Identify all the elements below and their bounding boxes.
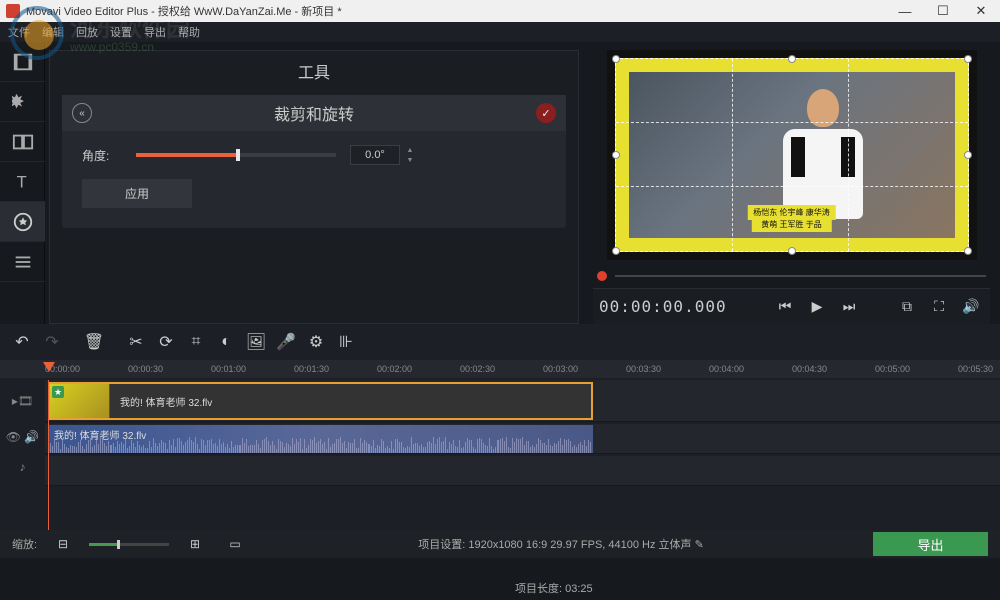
project-settings: 1920x1080 16:9 29.97 FPS, 44100 Hz 立体声 — [468, 539, 691, 551]
ruler-mark: 00:04:00 — [709, 364, 744, 374]
crop-button[interactable]: ⌗ — [182, 328, 210, 356]
preview-scrubber[interactable] — [593, 268, 990, 284]
zoom-slider[interactable] — [89, 543, 169, 546]
menu-playback[interactable]: 回放 — [76, 24, 98, 40]
timecode-display: 00:00:00.000 — [599, 297, 727, 316]
video-clip-name: 我的! 体育老师 32.flv — [110, 394, 212, 409]
video-caption-2: 黄萌 王军胜 于品 — [751, 217, 831, 232]
maximize-button[interactable]: ☐ — [924, 0, 962, 22]
tool-stickers[interactable] — [0, 202, 45, 242]
fullscreen-button[interactable]: ⛶ — [926, 294, 952, 320]
star-icon: ★ — [52, 386, 64, 398]
menu-bar: 文件 编辑 回放 设置 导出 帮助 — [0, 22, 1000, 42]
preview-pane: 杨恺东 伦宇峰 康华涛 黄萌 王军胜 于品 00:00:00.000 ⏮ ▶ — [583, 42, 1000, 324]
export-button[interactable]: 导出 — [873, 532, 988, 556]
video-track-icon[interactable]: ▸🎞 — [0, 380, 45, 422]
close-button[interactable]: ✕ — [962, 0, 1000, 22]
rotate-button[interactable]: ⟳ — [152, 328, 180, 356]
settings-button[interactable]: ⚙ — [302, 328, 330, 356]
tool-filters[interactable] — [0, 82, 45, 122]
crop-rotate-title: 裁剪和旋转 — [274, 101, 354, 125]
crop-rotate-section: « 裁剪和旋转 ✓ 角度: 0.0° ▲▼ 应用 — [62, 95, 566, 228]
video-track[interactable]: ★ 我的! 体育老师 32.flv — [45, 380, 1000, 422]
playhead[interactable] — [48, 380, 49, 530]
tool-media[interactable] — [0, 42, 45, 82]
preview-canvas[interactable]: 杨恺东 伦宇峰 康华涛 黄萌 王军胜 于品 — [607, 50, 977, 260]
confirm-button[interactable]: ✓ — [536, 103, 556, 123]
ruler-mark: 00:02:00 — [377, 364, 412, 374]
volume-button[interactable]: 🔊 — [958, 294, 984, 320]
ruler-mark: 00:01:00 — [211, 364, 246, 374]
mic-button[interactable]: 🎤 — [272, 328, 300, 356]
color-button[interactable]: ◐ — [212, 328, 240, 356]
delete-button[interactable]: 🗑 — [80, 328, 108, 356]
title-bar: Movavi Video Editor Plus - 授权给 WwW.DaYan… — [0, 0, 1000, 22]
zoom-fit-button[interactable]: ▭ — [221, 530, 249, 558]
menu-settings[interactable]: 设置 — [110, 24, 132, 40]
menu-export[interactable]: 导出 — [144, 24, 166, 40]
project-settings-label: 项目设置: — [418, 539, 465, 551]
ruler-mark: 00:02:30 — [460, 364, 495, 374]
timeline-toolbar: ↶ ↷ 🗑 ✂ ⟳ ⌗ ◐ 🖼 🎤 ⚙ ⊪ — [0, 324, 1000, 360]
app-icon — [6, 4, 20, 18]
ruler-mark: 00:01:30 — [294, 364, 329, 374]
angle-label: 角度: — [82, 147, 122, 164]
menu-help[interactable]: 帮助 — [178, 24, 200, 40]
play-button[interactable]: ▶ — [804, 294, 830, 320]
next-frame-button[interactable]: ⏭ — [836, 294, 862, 320]
back-button[interactable]: « — [72, 103, 92, 123]
preview-controls: 00:00:00.000 ⏮ ▶ ⏭ ⧉ ⛶ 🔊 — [593, 288, 990, 324]
project-duration: 03:25 — [565, 583, 593, 595]
record-indicator-icon — [597, 271, 607, 281]
angle-slider[interactable] — [136, 153, 336, 157]
side-toolbar: T — [0, 42, 45, 324]
undo-button[interactable]: ↶ — [8, 328, 36, 356]
video-clip[interactable]: ★ 我的! 体育老师 32.flv — [48, 382, 593, 420]
music-track[interactable] — [45, 456, 1000, 486]
menu-edit[interactable]: 编辑 — [42, 24, 64, 40]
menu-file[interactable]: 文件 — [8, 24, 30, 40]
detach-button[interactable]: ⧉ — [894, 294, 920, 320]
clip-thumbnail: ★ — [50, 384, 110, 418]
music-track-icon[interactable]: ♪ — [0, 452, 45, 482]
minimize-button[interactable]: — — [886, 0, 924, 22]
audio-track-icon[interactable]: 👁 🔊 — [0, 422, 45, 452]
ruler-mark: 00:00:30 — [128, 364, 163, 374]
zoom-label: 缩放: — [12, 536, 37, 552]
ruler-mark: 00:03:30 — [626, 364, 661, 374]
redo-button[interactable]: ↷ — [38, 328, 66, 356]
status-bar: 缩放: ⊟ ⊞ ▭ 项目设置: 1920x1080 16:9 29.97 FPS… — [0, 530, 1000, 558]
tool-titles[interactable]: T — [0, 162, 45, 202]
ruler-mark: 00:04:30 — [792, 364, 827, 374]
tools-panel: 工具 « 裁剪和旋转 ✓ 角度: 0.0° ▲▼ 应用 — [49, 50, 579, 324]
ruler-mark: 00:05:00 — [875, 364, 910, 374]
window-title: Movavi Video Editor Plus - 授权给 WwW.DaYan… — [26, 3, 342, 19]
apply-button[interactable]: 应用 — [82, 179, 192, 208]
cut-button[interactable]: ✂ — [122, 328, 150, 356]
ruler-mark: 00:05:30 — [958, 364, 993, 374]
timeline-ruler[interactable]: 00:00:00 00:00:30 00:01:00 00:01:30 00:0… — [0, 360, 1000, 378]
tool-more[interactable] — [0, 242, 45, 282]
duration-label: 项目长度: — [515, 583, 562, 595]
zoom-in-button[interactable]: ⊞ — [181, 530, 209, 558]
prev-frame-button[interactable]: ⏮ — [772, 294, 798, 320]
angle-stepper[interactable]: ▲▼ — [404, 145, 416, 165]
equalizer-button[interactable]: ⊪ — [332, 328, 360, 356]
panel-title: 工具 — [50, 51, 578, 91]
angle-value[interactable]: 0.0° — [350, 145, 400, 165]
audio-clip[interactable]: 我的! 体育老师 32.flv — [48, 425, 593, 453]
svg-text:T: T — [16, 173, 26, 191]
image-button[interactable]: 🖼 — [242, 328, 270, 356]
tool-transitions[interactable] — [0, 122, 45, 162]
main-area: T 工具 « 裁剪和旋转 ✓ 角度: 0.0° ▲▼ — [0, 42, 1000, 324]
timeline: 00:00:00 00:00:30 00:01:00 00:01:30 00:0… — [0, 360, 1000, 530]
audio-track[interactable]: 我的! 体育老师 32.flv — [45, 424, 1000, 454]
zoom-out-button[interactable]: ⊟ — [49, 530, 77, 558]
ruler-mark: 00:03:00 — [543, 364, 578, 374]
